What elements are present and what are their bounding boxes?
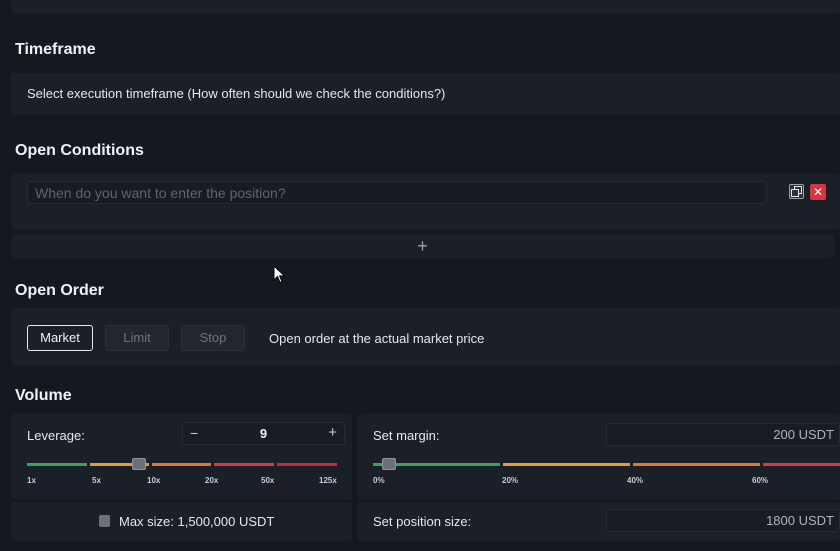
open-condition-row: ✕ <box>11 174 840 230</box>
info-icon <box>99 515 110 527</box>
order-type-limit-button[interactable]: Limit <box>105 325 169 351</box>
leverage-tick: 1x <box>27 476 36 485</box>
open-order-heading: Open Order <box>15 282 104 299</box>
leverage-tick: 10x <box>147 476 161 485</box>
margin-tick: 0% <box>373 476 385 485</box>
leverage-tick: 20x <box>205 476 219 485</box>
position-size-input[interactable]: 1800 USDT <box>606 509 840 532</box>
leverage-slider-track[interactable] <box>27 463 337 466</box>
copy-icon <box>791 186 802 197</box>
max-size-panel: Max size: 1,500,000 USDT <box>11 502 352 541</box>
margin-slider-handle[interactable] <box>382 458 396 470</box>
order-type-stop-button[interactable]: Stop <box>181 325 245 351</box>
margin-slider-track[interactable] <box>373 463 840 466</box>
leverage-segment <box>27 463 87 466</box>
order-type-panel: Market Limit Stop Open order at the actu… <box>11 308 840 366</box>
position-size-panel: Set position size: 1800 USDT <box>358 502 840 541</box>
leverage-segment <box>277 463 337 466</box>
leverage-tick: 50x <box>261 476 275 485</box>
margin-tick: 60% <box>752 476 769 485</box>
timeframe-heading: Timeframe <box>15 41 96 58</box>
open-conditions-heading: Open Conditions <box>15 142 144 159</box>
leverage-tick: 125x <box>319 476 337 485</box>
max-size-text: Max size: 1,500,000 USDT <box>119 514 275 529</box>
leverage-tick: 5x <box>92 476 101 485</box>
timeframe-selector[interactable]: Select execution timeframe (How often sh… <box>11 73 840 115</box>
add-condition-button[interactable]: + <box>11 234 834 258</box>
leverage-value[interactable]: 9 <box>183 426 344 441</box>
leverage-panel: Leverage: − 9 + 1x 5x 10x 20x 50x 125x <box>11 414 352 499</box>
margin-label: Set margin: <box>373 428 440 443</box>
margin-segment <box>763 463 840 466</box>
top-panel-edge <box>11 0 840 14</box>
leverage-stepper: − 9 + <box>182 422 345 445</box>
leverage-label: Leverage: <box>27 428 85 443</box>
volume-heading: Volume <box>15 387 72 404</box>
margin-panel: Set margin: 200 USDT 0% 20% 40% 60% <box>358 414 840 499</box>
condition-input[interactable] <box>27 181 767 204</box>
margin-segment <box>633 463 760 466</box>
position-size-label: Set position size: <box>373 514 472 529</box>
close-icon: ✕ <box>812 185 824 199</box>
margin-segment <box>503 463 630 466</box>
mouse-cursor-icon <box>273 265 286 284</box>
leverage-segment <box>214 463 274 466</box>
plus-icon: + <box>417 236 428 256</box>
order-type-market-button[interactable]: Market <box>27 325 93 351</box>
remove-condition-button[interactable]: ✕ <box>810 184 826 200</box>
leverage-slider-handle[interactable] <box>132 458 146 470</box>
leverage-segment <box>152 463 211 466</box>
leverage-increase-button[interactable]: + <box>328 424 337 441</box>
margin-input[interactable]: 200 USDT <box>606 423 840 446</box>
margin-tick: 20% <box>502 476 519 485</box>
order-type-description: Open order at the actual market price <box>269 331 485 346</box>
duplicate-condition-button[interactable] <box>789 184 804 199</box>
margin-tick: 40% <box>627 476 644 485</box>
timeframe-description: Select execution timeframe (How often sh… <box>27 86 446 101</box>
